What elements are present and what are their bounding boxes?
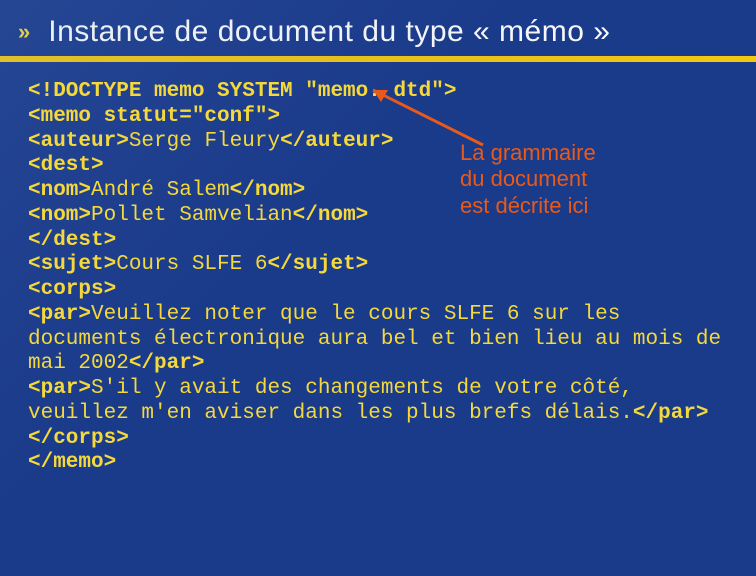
xml-tag: <memo statut="conf">	[28, 105, 280, 128]
xml-tag: </par>	[129, 352, 205, 375]
code-line: <!DOCTYPE memo SYSTEM "memo. dtd">	[28, 80, 734, 105]
xml-tag: </nom>	[293, 204, 369, 227]
xml-text: S'il y avait des changements de votre cô…	[28, 377, 646, 425]
code-line: <auteur>Serge Fleury</auteur>	[28, 130, 734, 155]
xml-tag: </auteur>	[280, 130, 393, 153]
code-line: <memo statut="conf">	[28, 105, 734, 130]
xml-tag: <nom>	[28, 204, 91, 227]
annotation-text: La grammaire du document est décrite ici	[460, 140, 596, 219]
annotation-line: La grammaire	[460, 140, 596, 166]
xml-tag: </dest>	[28, 229, 116, 252]
code-line: </memo>	[28, 451, 734, 476]
xml-tag: </par>	[633, 402, 709, 425]
xml-text: Serge Fleury	[129, 130, 280, 153]
xml-tag: <nom>	[28, 179, 91, 202]
xml-tag: </memo>	[28, 451, 116, 474]
annotation-line: est décrite ici	[460, 193, 596, 219]
xml-tag: <par>	[28, 303, 91, 326]
xml-text: André Salem	[91, 179, 230, 202]
annotation-line: du document	[460, 166, 596, 192]
code-line: </corps>	[28, 427, 734, 452]
xml-tag: <par>	[28, 377, 91, 400]
code-line: <nom>André Salem</nom>	[28, 179, 734, 204]
code-line: <nom>Pollet Samvelian</nom>	[28, 204, 734, 229]
code-line: <dest>	[28, 154, 734, 179]
xml-tag: <dest>	[28, 154, 104, 177]
xml-tag: </sujet>	[267, 253, 368, 276]
xml-tag: </nom>	[230, 179, 306, 202]
xml-tag: <sujet>	[28, 253, 116, 276]
code-line: <sujet>Cours SLFE 6</sujet>	[28, 253, 734, 278]
xml-tag: <corps>	[28, 278, 116, 301]
xml-tag: <auteur>	[28, 130, 129, 153]
slide-title: Instance de document du type « mémo »	[48, 15, 610, 49]
xml-tag: </corps>	[28, 427, 129, 450]
header-bullet: »	[18, 19, 30, 45]
code-line: <par>S'il y avait des changements de vot…	[28, 377, 734, 427]
xml-text: Cours SLFE 6	[116, 253, 267, 276]
code-line: <corps>	[28, 278, 734, 303]
xml-text: Pollet Samvelian	[91, 204, 293, 227]
code-line: </dest>	[28, 229, 734, 254]
xml-tag: <!DOCTYPE memo SYSTEM "memo. dtd">	[28, 80, 456, 103]
code-block: La grammaire du document est décrite ici…	[0, 62, 756, 476]
code-line: <par>Veuillez noter que le cours SLFE 6 …	[28, 303, 734, 377]
slide-header: » Instance de document du type « mémo »	[0, 0, 756, 56]
